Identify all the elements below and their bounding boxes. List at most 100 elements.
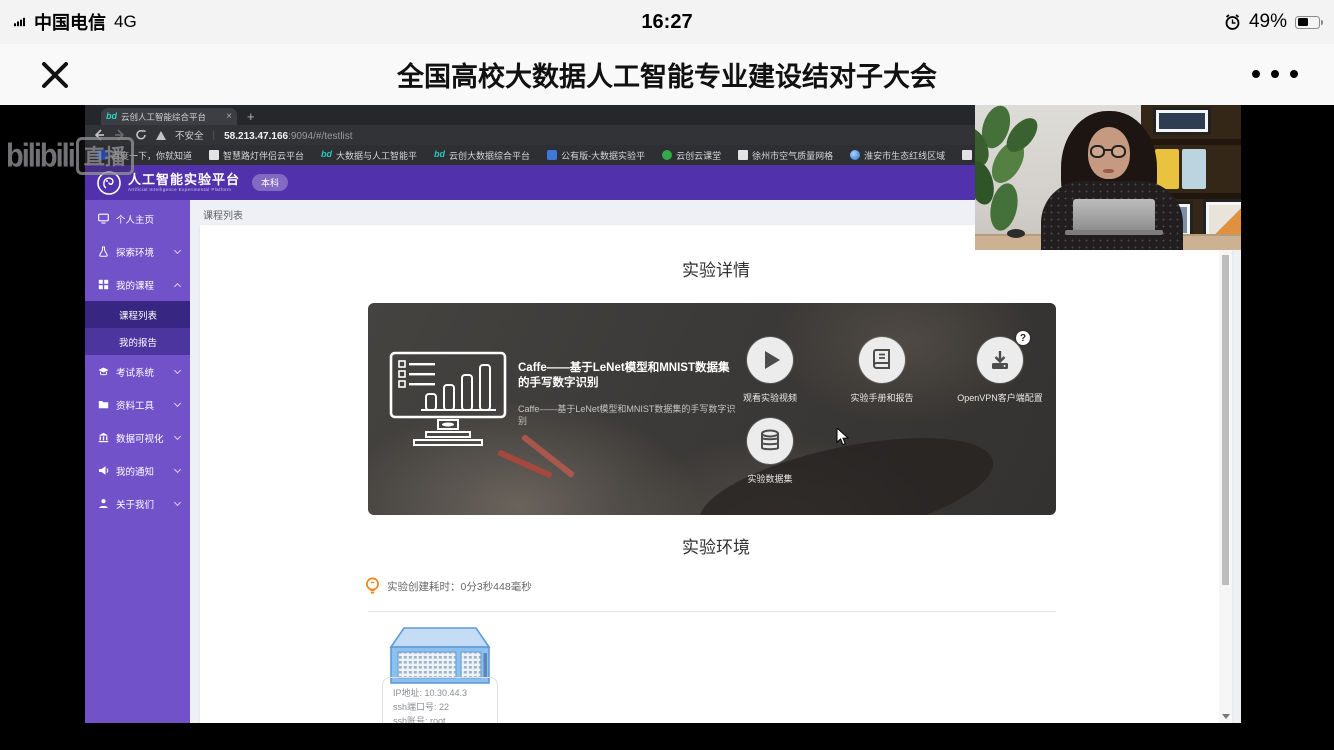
sidebar-item-about[interactable]: 关于我们: [85, 487, 190, 520]
download-icon: [989, 349, 1011, 371]
tab-favicon: bd: [106, 112, 117, 121]
watch-video-button[interactable]: [747, 337, 793, 383]
book-blue: [1182, 149, 1206, 189]
url-address[interactable]: 58.213.47.166:9094/#/testlist: [224, 126, 352, 144]
tab-title: 云创人工智能综合平台: [121, 111, 222, 123]
presenter-lips: [1103, 169, 1114, 173]
bookmark-huaian-ecology[interactable]: 淮安市生态红线区域: [850, 149, 945, 162]
sidebar-item-exams[interactable]: 考试系统: [85, 355, 190, 388]
edition-badge: 本科: [252, 174, 288, 191]
platform-subtitle: Artificial Intelligence Experimental Pla…: [128, 187, 240, 192]
mouse-cursor: [836, 428, 849, 446]
platform-title: 人工智能实验平台: [128, 173, 240, 187]
photo-frame: [1153, 107, 1211, 135]
sidebar-item-home[interactable]: 个人主页: [85, 202, 190, 235]
bookmark-smart-lamp[interactable]: 智慧路灯伴侣云平台: [209, 149, 304, 162]
presenter-webcam: [975, 105, 1241, 250]
chevron-down-icon: [174, 465, 181, 472]
course-card: Caffe——基于LeNet模型和MNIST数据集的手写数字识别 Caffe——…: [368, 303, 1056, 515]
book-yellow: [1155, 149, 1179, 189]
course-description: Caffe——基于LeNet模型和MNIST数据集的手写数字识别: [518, 403, 736, 427]
breadcrumb: 课程列表: [203, 207, 243, 222]
monitor-icon: [98, 213, 109, 224]
experiment-env-heading: 实验环境: [200, 533, 1232, 558]
sidebar-item-data-viz[interactable]: 数据可视化: [85, 421, 190, 454]
computer-mouse: [1007, 229, 1025, 238]
help-badge[interactable]: ?: [1016, 331, 1030, 345]
database-icon: [759, 429, 781, 453]
bd-favicon: bd: [434, 150, 445, 160]
more-menu-icon[interactable]: [1252, 70, 1298, 78]
main-content: 课程列表 实验详情: [190, 200, 1241, 723]
battery-icon: [1295, 16, 1320, 29]
live-badge: 直播: [76, 137, 134, 175]
course-title: Caffe——基于LeNet模型和MNIST数据集的手写数字识别: [518, 361, 736, 391]
sidebar-item-resources[interactable]: 资料工具: [85, 388, 190, 421]
chevron-down-icon: [174, 498, 181, 505]
sidebar-item-explore[interactable]: 探索环境: [85, 235, 190, 268]
graduation-cap-icon: [98, 366, 109, 377]
dataset-button[interactable]: [747, 418, 793, 464]
scrollbar-down-arrow[interactable]: [1222, 714, 1230, 719]
live-video: bilibili 直播 bd 云创人工智能综合平台 × +: [0, 105, 1334, 750]
glasses: [1090, 145, 1128, 159]
book-icon: [871, 348, 893, 372]
page-favicon: [209, 150, 219, 160]
server-info-card: IP地址: 10.30.44.3 ssh端口号: 22 ssh账号: root: [382, 677, 498, 723]
not-secure-label: 不安全: [175, 128, 204, 142]
flask-icon: [98, 246, 109, 257]
bookmark-public-lab[interactable]: 公有版-大数据实验平: [547, 149, 645, 162]
bookmark-xuzhou-air[interactable]: 徐州市空气质量网格: [738, 149, 833, 162]
team-icon: [98, 498, 109, 509]
chevron-down-icon: [174, 432, 181, 439]
green-favicon: [662, 150, 672, 160]
blue-favicon: [547, 150, 557, 160]
sidebar-subitem-my-reports[interactable]: 我的报告: [85, 328, 190, 355]
browser-tab[interactable]: bd 云创人工智能综合平台 ×: [101, 108, 237, 125]
courses-submenu: 课程列表 我的报告: [85, 301, 190, 355]
bank-icon: [98, 432, 109, 443]
platform-brand: 人工智能实验平台 Artificial Intelligence Experim…: [128, 173, 240, 192]
page-favicon: [738, 150, 748, 160]
bookmark-cloud-class[interactable]: 云创云课堂: [662, 149, 721, 162]
bilibili-watermark: bilibili 直播: [6, 137, 134, 175]
play-icon: [765, 351, 780, 369]
tab-close-icon[interactable]: ×: [226, 112, 232, 122]
content-panel: 实验详情: [200, 225, 1232, 723]
not-secure-icon: [156, 131, 166, 140]
close-icon[interactable]: [38, 58, 72, 92]
laptop: [1073, 199, 1155, 231]
divider: [368, 611, 1056, 612]
elapsed-text: 实验创建耗时：0分3秒448毫秒: [387, 579, 532, 594]
phone-screen: 中国电信 4G 16:27 49% 全国高校大数据人工智能专业建设结对子大会 b…: [0, 0, 1334, 750]
url-host: 58.213.47.166: [224, 131, 288, 142]
openvpn-config-button[interactable]: [977, 337, 1023, 383]
dataset-label: 实验数据集: [700, 472, 840, 485]
scrollbar-thumb[interactable]: [1222, 255, 1229, 585]
reload-icon[interactable]: [135, 129, 147, 141]
chevron-up-icon: [174, 282, 181, 289]
live-title-bar: 全国高校大数据人工智能专业建设结对子大会: [0, 44, 1334, 105]
new-tab-icon[interactable]: +: [247, 109, 255, 124]
chevron-down-icon: [174, 366, 181, 373]
bulb-icon: [365, 577, 380, 596]
bilibili-logo: bilibili: [6, 137, 74, 175]
sidebar-item-notifications[interactable]: 我的通知: [85, 454, 190, 487]
sidebar-item-courses[interactable]: 我的课程: [85, 268, 190, 301]
experiment-detail-heading: 实验详情: [200, 256, 1232, 281]
folder-icon: [98, 399, 109, 410]
bookmark-yunchuang-bigdata[interactable]: bd云创大数据综合平台: [434, 149, 530, 162]
manual-report-button[interactable]: [859, 337, 905, 383]
status-bar: 中国电信 4G 16:27 49%: [0, 0, 1334, 44]
scrollbar-track[interactable]: [1219, 225, 1232, 723]
megaphone-icon: [98, 465, 109, 476]
server-ssh-user: ssh账号: root: [393, 714, 487, 723]
clock-time: 16:27: [0, 11, 1334, 34]
bookmark-bigdata-ai[interactable]: bd大数据与人工智能平: [321, 149, 417, 162]
sidebar-subitem-course-list[interactable]: 课程列表: [85, 301, 190, 328]
grid-icon: [98, 279, 109, 290]
openvpn-config-label: OpenVPN客户端配置: [930, 391, 1056, 404]
chart-monitor-illustration: [388, 350, 508, 450]
globe-favicon: [850, 150, 860, 160]
chevron-down-icon: [174, 399, 181, 406]
